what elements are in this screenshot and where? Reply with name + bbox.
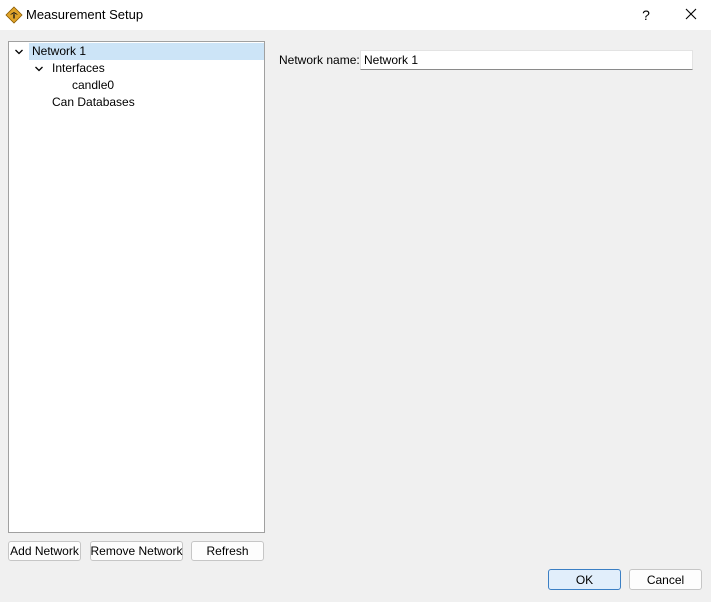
ok-button[interactable]: OK	[548, 569, 621, 590]
chevron-down-icon[interactable]	[34, 63, 44, 73]
chevron-down-icon[interactable]	[14, 46, 24, 56]
close-button[interactable]	[674, 0, 708, 30]
tree-item-interfaces[interactable]: Interfaces	[49, 60, 169, 77]
add-network-button[interactable]: Add Network	[8, 541, 81, 561]
tree-item-interface-label: candle0	[72, 78, 115, 92]
remove-network-button[interactable]: Remove Network	[90, 541, 183, 561]
help-icon: ?	[642, 7, 650, 23]
network-tree[interactable]: Network 1 Interfaces candle0 Can Databas…	[8, 41, 265, 533]
network-name-input[interactable]	[360, 50, 693, 70]
help-button[interactable]: ?	[630, 0, 662, 30]
close-icon	[685, 8, 697, 23]
network-name-label: Network name:	[279, 53, 360, 67]
app-logo-icon	[5, 6, 23, 24]
window-title: Measurement Setup	[26, 7, 144, 22]
refresh-button[interactable]: Refresh	[191, 541, 264, 561]
tree-item-network-label: Network 1	[32, 44, 87, 58]
title-bar: Measurement Setup ?	[0, 0, 711, 30]
cancel-button[interactable]: Cancel	[629, 569, 702, 590]
tree-item-databases-label: Can Databases	[52, 95, 135, 109]
tree-item-databases[interactable]: Can Databases	[49, 94, 169, 111]
tree-item-interfaces-label: Interfaces	[52, 61, 105, 75]
tree-item-network[interactable]: Network 1	[29, 43, 264, 60]
tree-item-interface[interactable]: candle0	[69, 77, 169, 94]
